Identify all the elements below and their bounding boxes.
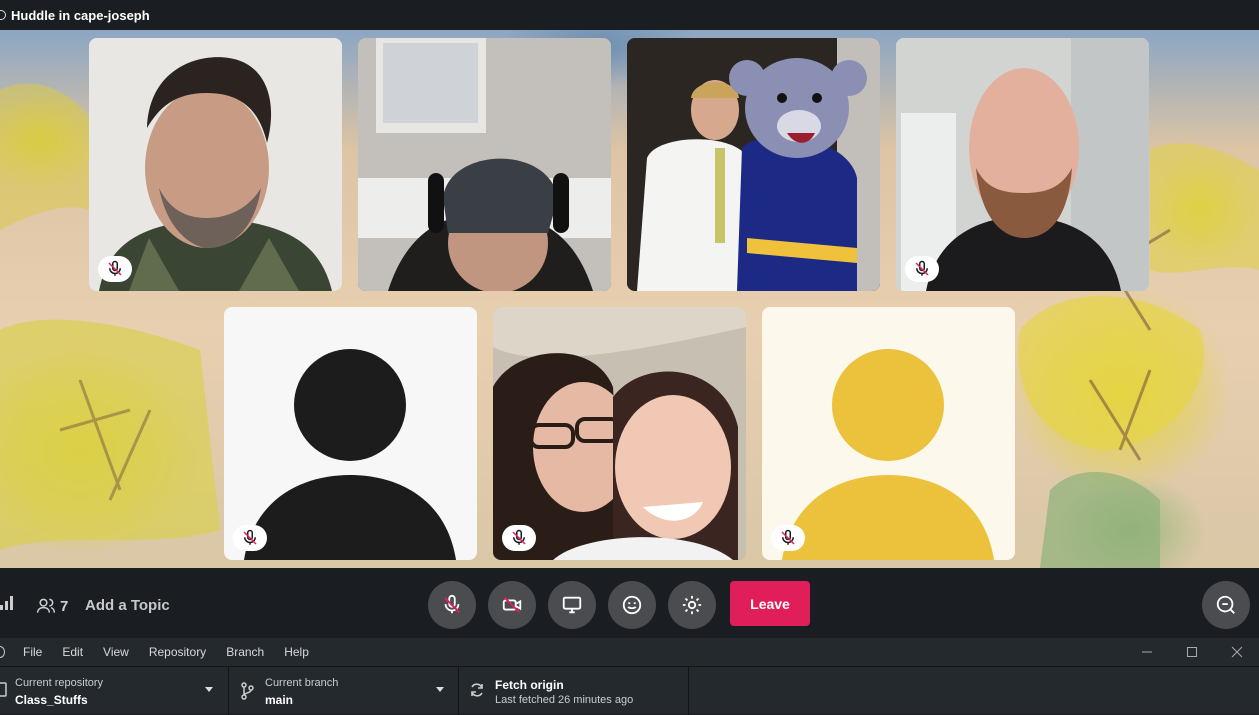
current-branch-label: Current branch (265, 677, 339, 689)
reactions-button[interactable] (608, 581, 656, 629)
menu-repository[interactable]: Repository (149, 645, 206, 659)
video-off-icon (502, 596, 522, 614)
huddle-title: Huddle in cape-joseph (11, 7, 150, 23)
repo-icon (0, 682, 7, 697)
mic-off-icon (243, 529, 257, 545)
participant-tile[interactable] (493, 307, 746, 560)
participant-tile[interactable] (89, 38, 342, 291)
current-branch-dropdown[interactable]: Current branch main (229, 667, 459, 715)
leave-button[interactable]: Leave (730, 581, 810, 626)
maximize-icon (1187, 647, 1197, 657)
mute-mic-button[interactable] (428, 581, 476, 629)
maximize-button[interactable] (1170, 638, 1214, 666)
participant-tile[interactable] (762, 307, 1015, 560)
close-button[interactable] (1215, 638, 1259, 666)
current-repository-value: Class_Stuffs (15, 693, 88, 707)
app-menu-bar: File Edit View Repository Branch Help (0, 638, 1259, 666)
menu-file[interactable]: File (23, 645, 42, 659)
connection-signal-icon[interactable] (0, 596, 13, 610)
participant-video (89, 38, 342, 291)
participant-tile[interactable] (224, 307, 477, 560)
current-repository-label: Current repository (15, 677, 104, 689)
settings-button[interactable] (668, 581, 716, 629)
minimize-icon (1142, 651, 1152, 653)
camera-button[interactable] (488, 581, 536, 629)
participants-button[interactable]: 7 (36, 596, 68, 616)
repo-toolbar: Current repository Class_Stuffs Current … (0, 666, 1259, 715)
mic-off-icon (781, 529, 795, 545)
fetch-origin-label: Fetch origin (495, 678, 564, 692)
people-icon (36, 598, 56, 613)
sync-icon (471, 683, 483, 697)
participant-video (493, 307, 746, 560)
participant-video (358, 38, 611, 291)
participant-tile[interactable] (358, 38, 611, 291)
screen-share-icon (562, 596, 582, 614)
muted-indicator (502, 525, 536, 551)
close-icon (1231, 646, 1243, 658)
huddle-stage (0, 30, 1259, 568)
participant-video (627, 38, 880, 291)
chat-search-icon (1216, 595, 1235, 614)
participant-count: 7 (60, 597, 69, 615)
huddle-control-bar: 7 Add a Topic Leave (0, 568, 1259, 638)
mic-off-icon (512, 529, 526, 545)
share-screen-button[interactable] (548, 581, 596, 629)
branch-icon (241, 682, 254, 700)
muted-indicator (98, 256, 132, 282)
menu-view[interactable]: View (103, 645, 129, 659)
title-bar: Huddle in cape-joseph (0, 0, 1259, 30)
minimize-button[interactable] (1125, 638, 1169, 666)
add-topic-button[interactable]: Add a Topic (85, 597, 170, 614)
mic-off-icon (915, 260, 929, 276)
participant-tile[interactable] (896, 38, 1149, 291)
last-fetched-text: Last fetched 26 minutes ago (495, 694, 634, 706)
muted-indicator (771, 525, 805, 551)
github-logo-icon (0, 646, 5, 658)
participant-video (896, 38, 1149, 291)
mic-off-icon (108, 260, 122, 276)
emoji-icon (622, 595, 642, 615)
menu-edit[interactable]: Edit (62, 645, 83, 659)
mic-off-icon (443, 594, 461, 614)
menu-branch[interactable]: Branch (226, 645, 264, 659)
chevron-down-icon (436, 687, 444, 692)
menu-help[interactable]: Help (284, 645, 309, 659)
participant-tile[interactable] (627, 38, 880, 291)
muted-indicator (233, 525, 267, 551)
current-branch-value: main (265, 693, 294, 707)
chevron-down-icon (205, 687, 213, 692)
avatar-placeholder (782, 349, 994, 560)
avatar-placeholder (244, 349, 456, 560)
gear-icon (682, 595, 702, 615)
fetch-origin-button[interactable]: Fetch origin Last fetched 26 minutes ago (459, 667, 689, 715)
muted-indicator (905, 256, 939, 282)
headphones-icon (0, 10, 6, 20)
current-repository-dropdown[interactable]: Current repository Class_Stuffs (0, 667, 229, 715)
huddle-thread-button[interactable] (1202, 581, 1250, 629)
